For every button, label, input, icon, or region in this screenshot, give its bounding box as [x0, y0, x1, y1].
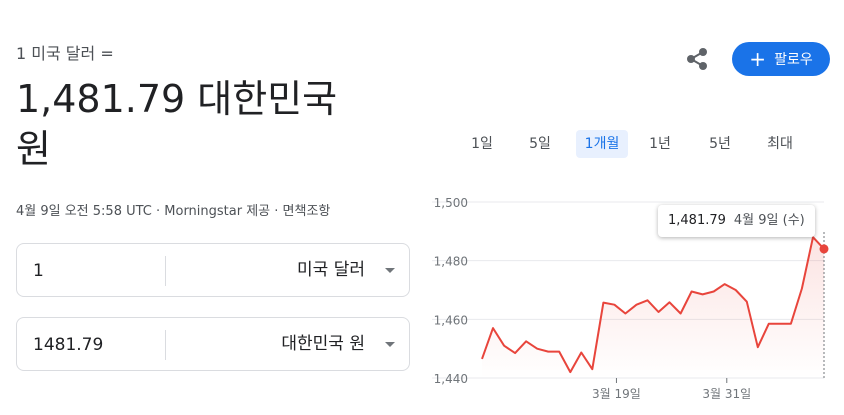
follow-label: 팔로우: [774, 52, 813, 68]
from-amount-input[interactable]: 1: [33, 244, 44, 298]
tooltip-date: 4월 9일 (수): [733, 213, 805, 228]
field-divider: [165, 256, 166, 286]
x-tick-label: 3월 31일: [702, 387, 751, 401]
follow-button[interactable]: + 팔로우: [732, 42, 830, 76]
to-amount-box: 1481.79 대한민국 원: [16, 317, 410, 371]
chevron-down-icon[interactable]: [385, 268, 395, 273]
current-point: [819, 244, 829, 254]
y-tick-label: 1,500: [434, 196, 468, 210]
tab-5y[interactable]: 5년: [702, 130, 738, 158]
tab-max[interactable]: 최대: [758, 130, 802, 158]
plus-icon: +: [749, 47, 767, 71]
exchange-rate-heading: 1,481.79 대한민국 원: [16, 74, 416, 174]
field-divider: [165, 330, 166, 360]
chevron-down-icon[interactable]: [385, 342, 395, 347]
to-amount-input[interactable]: 1481.79: [33, 318, 103, 372]
tooltip-value: 1,481.79: [668, 213, 726, 228]
y-tick-label: 1,460: [434, 313, 468, 327]
x-tick-label: 3월 19일: [592, 387, 641, 401]
tab-1y[interactable]: 1년: [642, 130, 678, 158]
tab-1m[interactable]: 1개월: [576, 130, 628, 158]
conversion-subtitle: 1 미국 달러 =: [16, 44, 114, 63]
from-currency-select[interactable]: 미국 달러: [297, 244, 365, 296]
exchange-rate-value: 1,481.79 대한민국: [16, 77, 338, 121]
share-icon[interactable]: [684, 46, 710, 72]
tab-1d[interactable]: 1일: [464, 130, 500, 158]
from-amount-box: 1 미국 달러: [16, 243, 410, 297]
y-tick-label: 1,440: [434, 372, 468, 386]
rate-timestamp-source: 4월 9일 오전 5:58 UTC · Morningstar 제공 · 면책조…: [16, 204, 331, 219]
chart-tooltip: 1,481.79 4월 9일 (수): [658, 205, 815, 237]
exchange-rate-currency: 원: [16, 127, 51, 171]
y-tick-label: 1,480: [434, 255, 468, 269]
to-currency-select[interactable]: 대한민국 원: [281, 318, 365, 370]
tab-5d[interactable]: 5일: [522, 130, 558, 158]
